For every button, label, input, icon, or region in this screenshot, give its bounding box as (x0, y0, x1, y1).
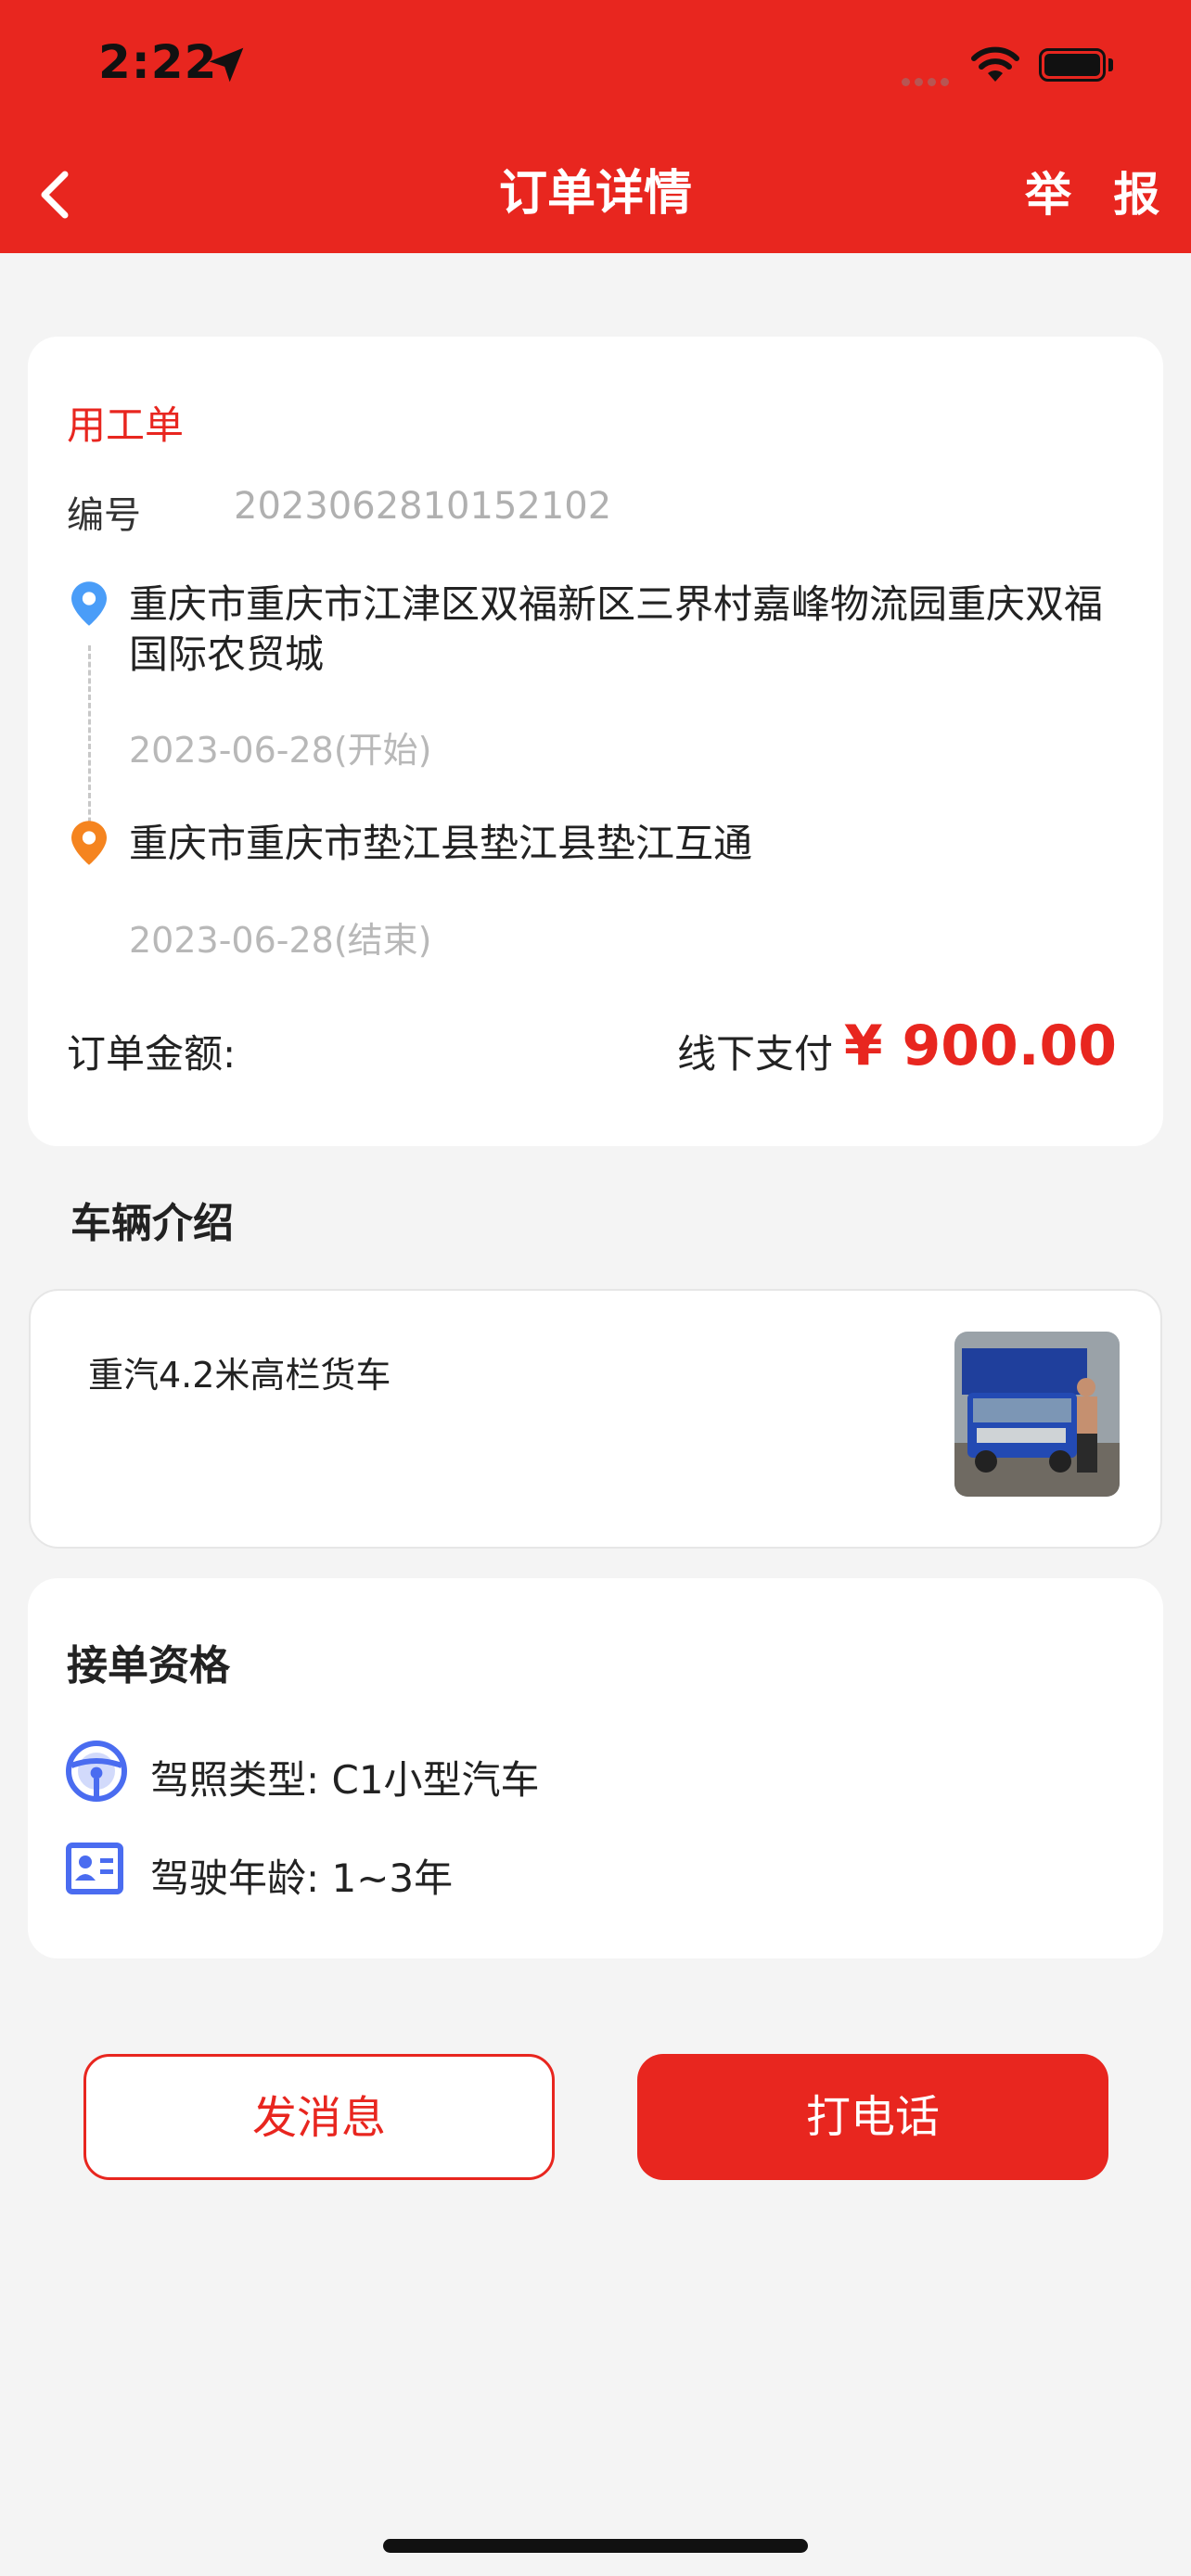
battery-tip (1108, 58, 1113, 71)
wifi-icon (971, 46, 1019, 82)
page-title: 订单详情 (498, 166, 692, 222)
order-card: 用工单 编号 2023062810152102 重庆市重庆市江津区双福新区三界村… (28, 337, 1163, 1146)
location-arrow-icon (209, 47, 244, 83)
serial-label: 编号 (67, 494, 141, 537)
report-button[interactable]: 举 报 (1025, 158, 1172, 224)
amount-label: 订单金额: (67, 1031, 237, 1077)
qualification-title: 接单资格 (67, 1642, 230, 1690)
end-pin-icon (71, 821, 107, 865)
vehicle-description: 重汽4.2米高栏货车 (88, 1355, 391, 1396)
end-date: 2023-06-28(结束) (129, 920, 432, 961)
serial-value: 2023062810152102 (234, 485, 612, 528)
home-indicator[interactable] (383, 2539, 808, 2553)
license-type: 驾照类型: C1小型汽车 (150, 1757, 540, 1803)
driving-years: 驾驶年龄: 1~3年 (150, 1855, 454, 1901)
id-card-icon (66, 1843, 123, 1894)
order-type: 用工单 (67, 402, 185, 448)
vehicle-photo[interactable] (954, 1332, 1120, 1497)
steering-wheel-icon (66, 1741, 127, 1802)
status-time: 2:22 (98, 35, 218, 89)
vehicle-section-title: 车辆介绍 (70, 1200, 234, 1247)
qualification-card: 接单资格 驾照类型: C1小型汽车 驾驶年龄: 1~3年 (28, 1578, 1163, 1958)
signal-icon (902, 72, 954, 90)
send-message-button[interactable]: 发消息 (83, 2054, 555, 2180)
vehicle-card[interactable]: 重汽4.2米高栏货车 (29, 1289, 1162, 1549)
start-address: 重庆市重庆市江津区双福新区三界村嘉峰物流园重庆双福国际农贸城 (129, 581, 1104, 677)
order-amount: ¥ 900.00 (843, 1014, 1117, 1078)
start-pin-icon (71, 581, 107, 626)
route-line (88, 645, 91, 848)
end-address: 重庆市重庆市垫江县垫江县垫江互通 (129, 821, 753, 866)
call-button[interactable]: 打电话 (637, 2054, 1108, 2180)
battery-icon (1039, 48, 1106, 82)
app-header: 2:22 订单详情 举 报 (0, 0, 1191, 253)
pay-method: 线下支付 (677, 1031, 834, 1077)
start-date: 2023-06-28(开始) (129, 730, 432, 771)
